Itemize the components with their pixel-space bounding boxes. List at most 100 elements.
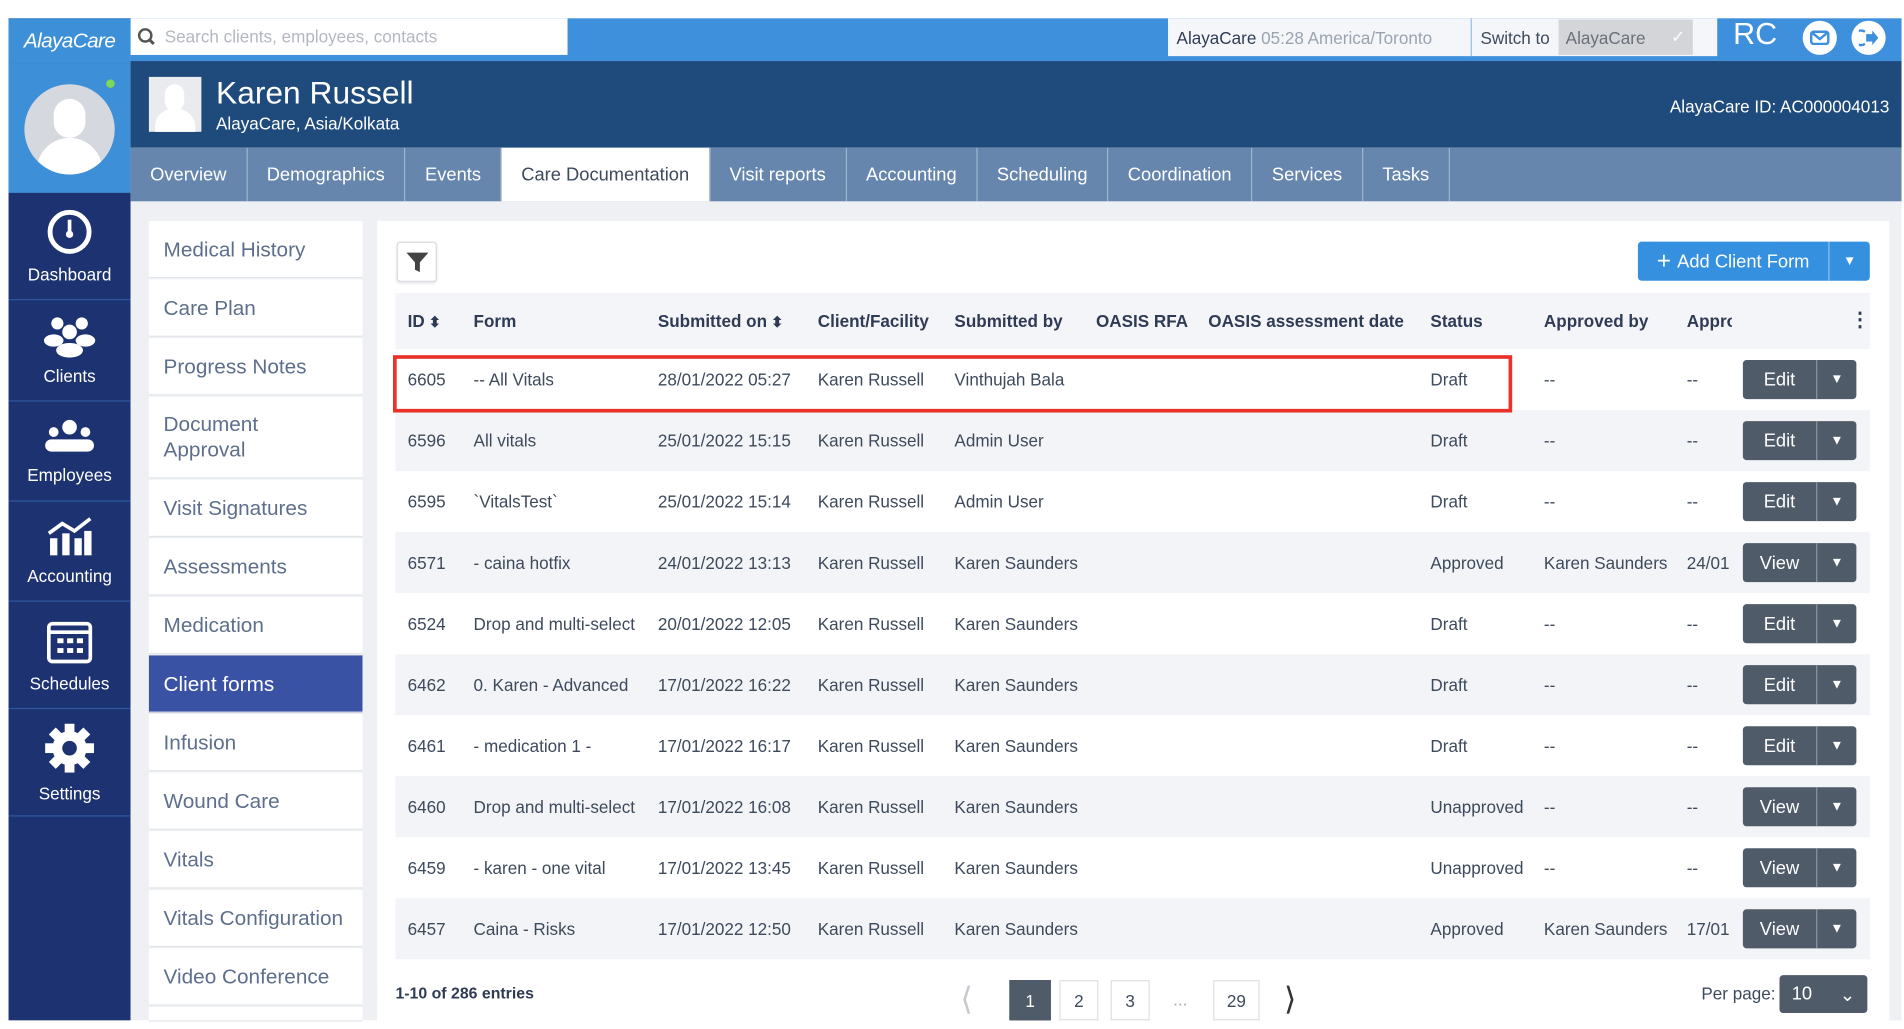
- page-29[interactable]: 29: [1213, 980, 1260, 1021]
- row-action-button[interactable]: View ▼: [1742, 909, 1857, 949]
- add-client-form-dropdown[interactable]: ▼: [1830, 242, 1870, 281]
- row-action-label[interactable]: Edit: [1743, 665, 1818, 705]
- caret-down-icon[interactable]: ▼: [1817, 726, 1856, 765]
- row-action-label[interactable]: Edit: [1743, 482, 1818, 522]
- alayacare-logo[interactable]: AlayaCare: [8, 18, 131, 64]
- caret-down-icon[interactable]: ▼: [1817, 848, 1856, 887]
- per-page-select[interactable]: 10 ⌄: [1779, 975, 1868, 1014]
- tab-scheduling[interactable]: Scheduling: [977, 147, 1109, 202]
- tab-demographics[interactable]: Demographics: [247, 147, 406, 202]
- row-action-label[interactable]: View: [1743, 909, 1818, 949]
- caret-down-icon[interactable]: ▼: [1817, 421, 1856, 460]
- row-action-label[interactable]: View: [1743, 848, 1818, 888]
- row-action-button[interactable]: Edit ▼: [1742, 726, 1857, 766]
- client-subtitle: AlayaCare, Asia/Kolkata: [216, 113, 400, 134]
- nav-settings[interactable]: Settings: [8, 708, 131, 817]
- nav-clients[interactable]: Clients: [8, 299, 131, 402]
- subnav-client-forms[interactable]: Client forms: [148, 655, 363, 713]
- subnav-vitals[interactable]: Vitals: [148, 831, 363, 889]
- page-3[interactable]: 3: [1110, 980, 1150, 1021]
- subnav-more[interactable]: [148, 1006, 363, 1022]
- tab-coordination[interactable]: Coordination: [1108, 147, 1253, 202]
- table-cell: Karen Russell: [817, 858, 925, 878]
- row-action-button[interactable]: Edit ▼: [1742, 421, 1857, 461]
- caret-down-icon[interactable]: ▼: [1817, 604, 1856, 643]
- caret-down-icon[interactable]: ▼: [1817, 543, 1856, 582]
- subnav-care-plan[interactable]: Care Plan: [148, 279, 363, 337]
- table-row[interactable]: 6462 0. Karen - Advanced 17/01/2022 16:22 K…: [395, 654, 1870, 716]
- tab-visit-reports[interactable]: Visit reports: [710, 147, 847, 202]
- user-avatar[interactable]: [24, 84, 115, 175]
- table-cell: Karen Saunders: [954, 796, 1078, 817]
- table-cell: --: [1686, 796, 1699, 817]
- sort-icon[interactable]: ⬍: [767, 314, 783, 331]
- tab-overview[interactable]: Overview: [131, 147, 248, 202]
- search-box[interactable]: [130, 18, 568, 55]
- row-action-label[interactable]: Edit: [1743, 604, 1818, 644]
- row-action-button[interactable]: Edit ▼: [1742, 360, 1857, 400]
- row-action-button[interactable]: View ▼: [1742, 787, 1857, 827]
- column-header[interactable]: Submitted on ⬍: [658, 311, 784, 331]
- mail-icon[interactable]: [1802, 20, 1837, 55]
- subnav-medical-history[interactable]: Medical History: [148, 220, 363, 279]
- nav-dashboard[interactable]: Dashboard: [8, 193, 131, 301]
- subnav-vitals-configuration[interactable]: Vitals Configuration: [148, 889, 363, 948]
- user-initials[interactable]: RC: [1733, 17, 1777, 52]
- tab-tasks[interactable]: Tasks: [1363, 147, 1450, 202]
- subnav-visit-signatures[interactable]: Visit Signatures: [148, 479, 363, 538]
- row-action-button[interactable]: Edit ▼: [1742, 482, 1857, 522]
- table-row[interactable]: 6459 - karen - one vital 17/01/2022 13:45 K…: [395, 837, 1869, 898]
- table-cell: Draft: [1430, 430, 1468, 451]
- row-action-label[interactable]: Edit: [1743, 421, 1818, 461]
- table-row[interactable]: 6524 Drop and multi-select 20/01/2022 12:0…: [395, 593, 1869, 654]
- caret-down-icon[interactable]: ▼: [1817, 665, 1856, 704]
- caret-down-icon[interactable]: ▼: [1817, 787, 1856, 826]
- tab-accounting[interactable]: Accounting: [847, 147, 978, 202]
- switch-agency-select[interactable]: AlayaCare ✓: [1558, 19, 1693, 55]
- subnav-infusion[interactable]: Infusion: [148, 713, 363, 772]
- table-row[interactable]: 6595 `VitalsTest` 25/01/2022 15:14 Karen Ru…: [395, 471, 1869, 532]
- add-client-form-button[interactable]: + Add Client Form ▼: [1637, 241, 1870, 281]
- nav-employees[interactable]: Employees: [8, 400, 131, 502]
- tab-events[interactable]: Events: [405, 147, 502, 202]
- row-action-button[interactable]: View ▼: [1742, 848, 1857, 888]
- row-action-button[interactable]: Edit ▼: [1742, 604, 1857, 644]
- row-action-label[interactable]: View: [1743, 787, 1818, 827]
- row-action-label[interactable]: Edit: [1743, 360, 1818, 400]
- table-row[interactable]: 6571 - caina hotfix 24/01/2022 13:13 Karen …: [395, 532, 1870, 594]
- table-cell: Karen Russell: [817, 674, 925, 695]
- table-cell: 6524: [407, 613, 446, 634]
- subnav-medication[interactable]: Medication: [148, 596, 363, 655]
- nav-schedules[interactable]: Schedules: [8, 600, 131, 710]
- subnav-assessments[interactable]: Assessments: [148, 538, 363, 596]
- caret-down-icon[interactable]: ▼: [1817, 909, 1856, 948]
- page-2[interactable]: 2: [1059, 980, 1099, 1021]
- prev-page-icon[interactable]: ⟨: [961, 980, 973, 1018]
- row-action-button[interactable]: View ▼: [1742, 543, 1857, 583]
- table-row[interactable]: 6460 Drop and multi-select 17/01/2022 16:0…: [395, 776, 1870, 838]
- subnav-video-conference[interactable]: Video Conference: [148, 948, 363, 1006]
- column-header[interactable]: ID ⬍: [408, 311, 441, 331]
- nav-accounting[interactable]: Accounting: [8, 500, 131, 602]
- row-action-button[interactable]: Edit ▼: [1742, 665, 1857, 705]
- logout-icon[interactable]: [1851, 20, 1886, 55]
- column-options-icon[interactable]: ⋮: [1850, 308, 1870, 332]
- table-row[interactable]: 6457 Caina - Risks 17/01/2022 12:50 Karen R…: [395, 898, 1870, 960]
- search-input[interactable]: [162, 25, 558, 48]
- subnav-progress-notes[interactable]: Progress Notes: [148, 338, 363, 396]
- row-action-label[interactable]: View: [1743, 543, 1818, 583]
- sort-icon[interactable]: ⬍: [425, 314, 441, 331]
- subnav-wound-care[interactable]: Wound Care: [148, 772, 363, 830]
- row-action-label[interactable]: Edit: [1743, 726, 1818, 766]
- subnav-document-approval[interactable]: Document Approval: [148, 396, 363, 479]
- filter-button[interactable]: [396, 241, 437, 282]
- tab-care-documentation[interactable]: Care Documentation: [501, 147, 710, 202]
- table-row[interactable]: 6596 All vitals 25/01/2022 15:15 Karen Russ…: [395, 410, 1870, 472]
- next-page-icon[interactable]: ⟩: [1284, 980, 1296, 1018]
- caret-down-icon[interactable]: ▼: [1817, 360, 1856, 399]
- page-1[interactable]: 1: [1009, 980, 1051, 1021]
- caret-down-icon: ▼: [1843, 253, 1857, 269]
- caret-down-icon[interactable]: ▼: [1817, 482, 1856, 521]
- table-row[interactable]: 6461 - medication 1 - 17/01/2022 16:17 Kare…: [395, 715, 1869, 776]
- tab-services[interactable]: Services: [1252, 147, 1363, 202]
